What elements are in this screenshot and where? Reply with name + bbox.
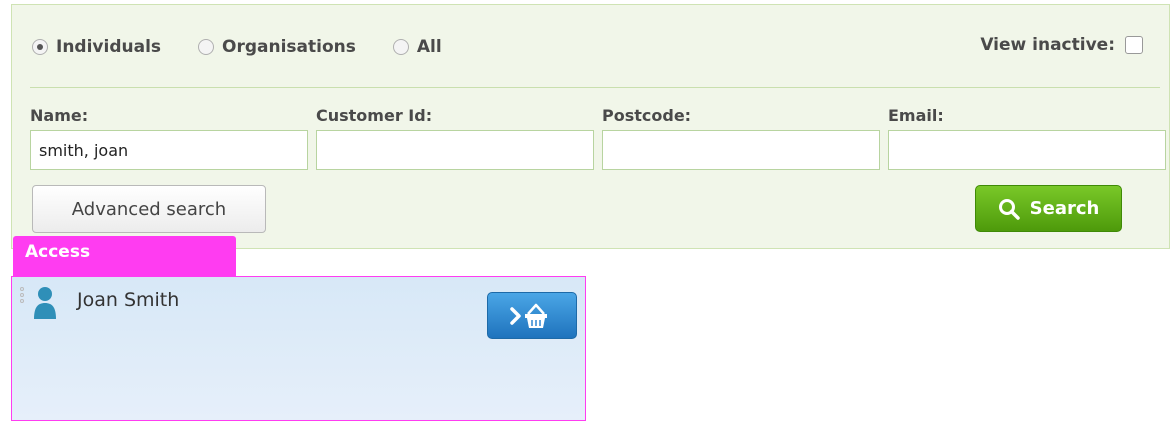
radio-all-button[interactable] [392, 39, 409, 55]
result-name[interactable]: Joan Smith [77, 289, 179, 311]
customer-id-field: Customer Id: [316, 106, 594, 170]
divider [30, 87, 1160, 88]
view-inactive-toggle: View inactive: [980, 35, 1143, 55]
radio-individuals-label[interactable]: Individuals [56, 37, 161, 57]
postcode-field: Postcode: [602, 106, 880, 170]
email-input[interactable] [888, 130, 1166, 170]
email-label: Email: [888, 106, 944, 125]
add-to-basket-icon [510, 303, 547, 328]
add-to-basket-button[interactable] [487, 292, 577, 339]
radio-organisations[interactable]: Organisations [198, 37, 356, 57]
view-inactive-checkbox[interactable] [1125, 36, 1143, 54]
customer-id-input[interactable] [316, 130, 594, 170]
customer-id-label: Customer Id: [316, 106, 433, 125]
postcode-label: Postcode: [602, 106, 692, 125]
view-inactive-label: View inactive: [980, 35, 1115, 55]
radio-all-label[interactable]: All [417, 37, 442, 57]
person-icon [34, 287, 56, 319]
radio-all[interactable]: All [392, 37, 442, 57]
email-field: Email: [888, 106, 1166, 170]
name-label: Name: [30, 106, 89, 125]
search-button-label: Search [1029, 198, 1100, 219]
radio-organisations-button[interactable] [198, 39, 215, 55]
access-group-tab: Access [13, 236, 236, 276]
entity-type-radio-group: Individuals Organisations All [32, 37, 479, 57]
search-icon [998, 198, 1020, 220]
name-input[interactable] [30, 130, 308, 170]
drag-handle-icon[interactable] [20, 287, 26, 309]
radio-organisations-label[interactable]: Organisations [222, 37, 356, 57]
advanced-search-button[interactable]: Advanced search [32, 185, 266, 233]
search-button[interactable]: Search [975, 185, 1122, 232]
radio-individuals-button[interactable] [32, 39, 48, 55]
result-card[interactable]: Joan Smith [11, 276, 586, 421]
name-field: Name: [30, 106, 308, 170]
postcode-input[interactable] [602, 130, 880, 170]
search-panel: Individuals Organisations All View inact… [11, 4, 1170, 249]
radio-individuals[interactable]: Individuals [32, 37, 161, 57]
